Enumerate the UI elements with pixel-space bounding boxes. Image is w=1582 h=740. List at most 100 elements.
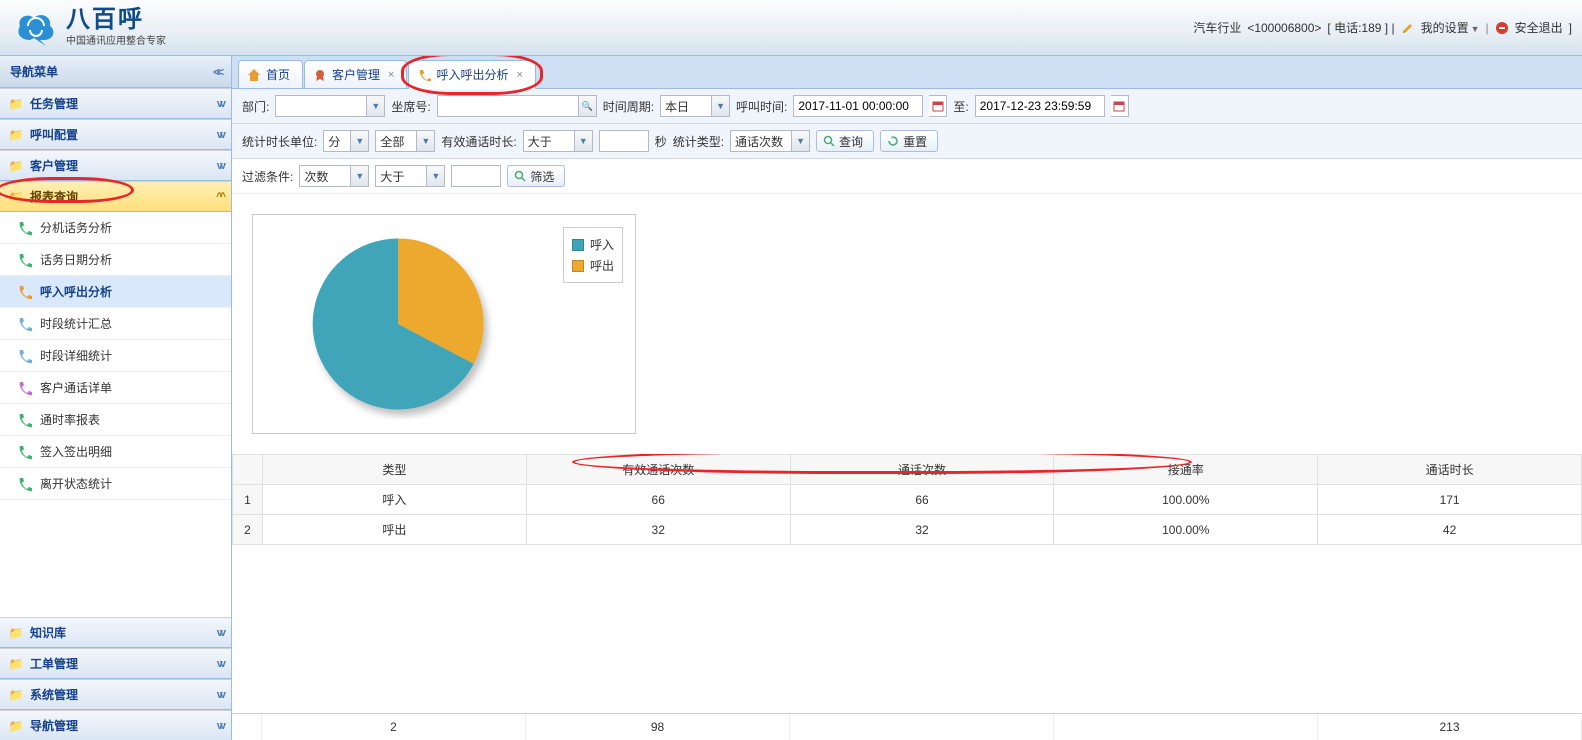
- panel-report-query[interactable]: 📁 报表查询 ^^: [0, 181, 231, 212]
- chevron-down-icon: ▼: [574, 131, 592, 151]
- footer-eff: 98: [526, 714, 790, 740]
- table-row[interactable]: 2 呼出 32 32 100.00% 42: [233, 515, 1582, 545]
- nav-item-label: 时段详细统计: [40, 347, 112, 364]
- phone-icon: [417, 68, 431, 82]
- nav-item-period-summary[interactable]: 时段统计汇总: [0, 308, 231, 340]
- cell: 呼入: [263, 485, 527, 515]
- tab-customer-mgmt[interactable]: 客户管理 ×: [304, 60, 407, 88]
- chevron-down-icon: vv: [217, 720, 223, 732]
- calendar-icon[interactable]: [929, 95, 947, 117]
- close-icon[interactable]: ×: [516, 69, 522, 81]
- table-row[interactable]: 1 呼入 66 66 100.00% 171: [233, 485, 1582, 515]
- nav-item-label: 分机话务分析: [40, 219, 112, 236]
- calendar-icon[interactable]: [1111, 95, 1129, 117]
- main-area: 首页 客户管理 × 呼入呼出分析 × 部门: ▼ 坐席号:: [232, 56, 1582, 740]
- col-connect-rate[interactable]: 接通率: [1054, 455, 1318, 485]
- folder-icon: 📁: [8, 127, 24, 143]
- legend-swatch: [572, 239, 584, 251]
- chevron-down-icon: ▼: [416, 131, 434, 151]
- nav-item-leave-status[interactable]: 离开状态统计: [0, 468, 231, 500]
- panel-label: 系统管理: [30, 686, 78, 703]
- reset-button[interactable]: 重置: [880, 130, 938, 152]
- table-header-row: 类型 有效通话次数 通话次数 接通率 通话时长: [233, 455, 1582, 485]
- sidebar: 导航菜单 << 📁 任务管理 vv 📁 呼叫配置 vv 📁 客户管理 vv 📁 …: [0, 56, 232, 740]
- panel-label: 呼叫配置: [30, 126, 78, 143]
- nav-item-period-detail[interactable]: 时段详细统计: [0, 340, 231, 372]
- rownum-header: [233, 455, 263, 485]
- logo-icon: [10, 8, 58, 48]
- phone-icon: [16, 476, 32, 492]
- col-call-count[interactable]: 通话次数: [790, 455, 1054, 485]
- panel-label: 报表查询: [30, 188, 78, 205]
- header-right: 汽车行业 <100006800> [ 电话:189 ] | 我的设置▼ | 安全…: [1193, 19, 1572, 36]
- period-select[interactable]: 本日▼: [660, 95, 730, 117]
- panel-nav-mgmt[interactable]: 📁 导航管理 vv: [0, 710, 231, 740]
- sidebar-collapse-icon[interactable]: <<: [213, 65, 221, 79]
- nav-item-duration-rate[interactable]: 通时率报表: [0, 404, 231, 436]
- panel-knowledge[interactable]: 📁 知识库 vv: [0, 617, 231, 648]
- col-type[interactable]: 类型: [263, 455, 527, 485]
- query-button[interactable]: 查询: [816, 130, 874, 152]
- data-table: 类型 有效通话次数 通话次数 接通率 通话时长 1 呼入 66 66: [232, 454, 1582, 545]
- start-time-input[interactable]: [793, 95, 923, 117]
- filter-button[interactable]: 筛选: [507, 165, 565, 187]
- logout-link[interactable]: 安全退出: [1515, 19, 1563, 36]
- cell: 66: [790, 485, 1054, 515]
- nav-item-inout-analysis[interactable]: 呼入呼出分析: [0, 276, 231, 308]
- seconds-input[interactable]: [599, 130, 649, 152]
- nav-item-signin-detail[interactable]: 签入签出明细: [0, 436, 231, 468]
- close-icon[interactable]: ×: [388, 69, 394, 81]
- tab-home[interactable]: 首页: [238, 60, 303, 88]
- cell: 32: [526, 515, 790, 545]
- panel-call-config[interactable]: 📁 呼叫配置 vv: [0, 119, 231, 150]
- search-icon: [823, 135, 835, 147]
- legend-label: 呼出: [590, 257, 614, 274]
- panel-workorder[interactable]: 📁 工单管理 vv: [0, 648, 231, 679]
- nav-item-label: 客户通话详单: [40, 379, 112, 396]
- calltime-label: 呼叫时间:: [736, 98, 787, 115]
- phone-icon: [16, 444, 32, 460]
- industry-label: 汽车行业: [1193, 19, 1241, 36]
- legend-item-in: 呼入: [572, 236, 614, 253]
- folder-icon: 📁: [8, 656, 24, 672]
- filter-metric-select[interactable]: 次数▼: [299, 165, 369, 187]
- chevron-down-icon: ▼: [350, 166, 368, 186]
- duration-unit-select[interactable]: 分▼: [323, 130, 369, 152]
- stat-type-label: 统计类型:: [673, 133, 724, 150]
- end-time-input[interactable]: [975, 95, 1105, 117]
- rownum-cell: 1: [233, 485, 263, 515]
- folder-icon: 📁: [8, 158, 24, 174]
- panel-system[interactable]: 📁 系统管理 vv: [0, 679, 231, 710]
- nav-item-customer-call-detail[interactable]: 客户通话详单: [0, 372, 231, 404]
- edit-icon: [1401, 21, 1415, 35]
- legend-swatch: [572, 260, 584, 272]
- panel-customer-mgmt[interactable]: 📁 客户管理 vv: [0, 150, 231, 181]
- table-footer: 2 98 213: [232, 713, 1582, 740]
- cell: 呼出: [263, 515, 527, 545]
- col-effective-count[interactable]: 有效通话次数: [526, 455, 790, 485]
- settings-link[interactable]: 我的设置▼: [1421, 19, 1480, 36]
- nav-item-label: 时段统计汇总: [40, 315, 112, 332]
- dept-select[interactable]: ▼: [275, 95, 385, 117]
- nav-item-ext-analysis[interactable]: 分机话务分析: [0, 212, 231, 244]
- filter-op-select[interactable]: 大于▼: [375, 165, 445, 187]
- logo-area: 八百呼 中国通讯应用整合专家: [10, 8, 166, 48]
- stat-type-select[interactable]: 通话次数▼: [730, 130, 810, 152]
- tab-label: 客户管理: [332, 66, 380, 83]
- nav-item-label: 签入签出明细: [40, 443, 112, 460]
- chevron-down-icon: ▼: [426, 166, 444, 186]
- seat-input[interactable]: 🔍: [437, 95, 597, 117]
- legend-label: 呼入: [590, 236, 614, 253]
- footer-rownum: [232, 714, 262, 740]
- scope-select[interactable]: 全部▼: [375, 130, 435, 152]
- panel-task-mgmt[interactable]: 📁 任务管理 vv: [0, 88, 231, 119]
- cell: 42: [1318, 515, 1582, 545]
- col-duration[interactable]: 通话时长: [1318, 455, 1582, 485]
- phone-icon: [16, 348, 32, 364]
- compare-select[interactable]: 大于▼: [523, 130, 593, 152]
- nav-item-date-analysis[interactable]: 话务日期分析: [0, 244, 231, 276]
- phone-icon: [16, 252, 32, 268]
- tab-inout-analysis[interactable]: 呼入呼出分析 ×: [408, 60, 535, 89]
- filter-value-input[interactable]: [451, 165, 501, 187]
- seat-label: 坐席号:: [391, 98, 430, 115]
